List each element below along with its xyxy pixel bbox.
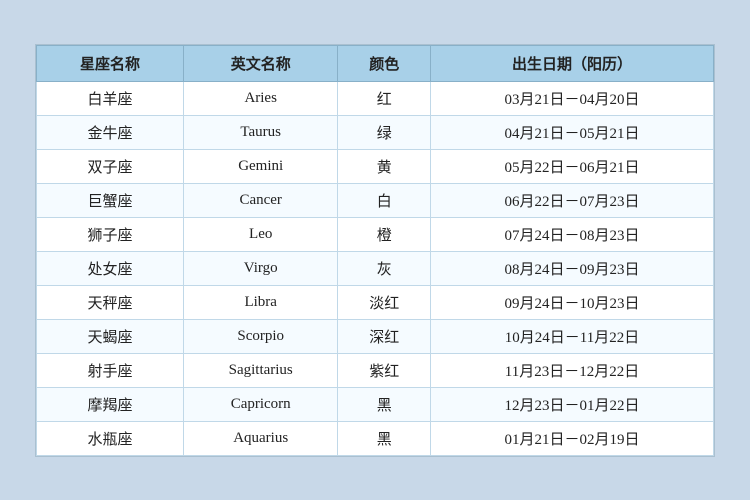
- cell-4-1: Leo: [183, 217, 337, 251]
- cell-6-2: 淡红: [338, 285, 431, 319]
- cell-10-3: 01月21日－02月19日: [430, 421, 713, 455]
- cell-7-1: Scorpio: [183, 319, 337, 353]
- cell-0-0: 白羊座: [37, 81, 184, 115]
- table-row: 天蝎座Scorpio深红10月24日－11月22日: [37, 319, 714, 353]
- cell-2-1: Gemini: [183, 149, 337, 183]
- cell-7-0: 天蝎座: [37, 319, 184, 353]
- table-row: 水瓶座Aquarius黑01月21日－02月19日: [37, 421, 714, 455]
- table-row: 处女座Virgo灰08月24日－09月23日: [37, 251, 714, 285]
- cell-2-0: 双子座: [37, 149, 184, 183]
- cell-4-3: 07月24日－08月23日: [430, 217, 713, 251]
- cell-3-1: Cancer: [183, 183, 337, 217]
- cell-8-0: 射手座: [37, 353, 184, 387]
- cell-5-0: 处女座: [37, 251, 184, 285]
- cell-8-2: 紫红: [338, 353, 431, 387]
- cell-9-2: 黑: [338, 387, 431, 421]
- header-col-3: 出生日期（阳历）: [430, 45, 713, 81]
- zodiac-table: 星座名称英文名称颜色出生日期（阳历） 白羊座Aries红03月21日－04月20…: [36, 45, 714, 456]
- cell-6-1: Libra: [183, 285, 337, 319]
- cell-9-0: 摩羯座: [37, 387, 184, 421]
- cell-0-3: 03月21日－04月20日: [430, 81, 713, 115]
- table-row: 金牛座Taurus绿04月21日－05月21日: [37, 115, 714, 149]
- cell-2-2: 黄: [338, 149, 431, 183]
- cell-0-1: Aries: [183, 81, 337, 115]
- cell-7-3: 10月24日－11月22日: [430, 319, 713, 353]
- cell-10-2: 黑: [338, 421, 431, 455]
- cell-6-3: 09月24日－10月23日: [430, 285, 713, 319]
- cell-5-3: 08月24日－09月23日: [430, 251, 713, 285]
- cell-2-3: 05月22日－06月21日: [430, 149, 713, 183]
- cell-7-2: 深红: [338, 319, 431, 353]
- cell-10-1: Aquarius: [183, 421, 337, 455]
- table-row: 白羊座Aries红03月21日－04月20日: [37, 81, 714, 115]
- cell-0-2: 红: [338, 81, 431, 115]
- table-row: 天秤座Libra淡红09月24日－10月23日: [37, 285, 714, 319]
- cell-8-1: Sagittarius: [183, 353, 337, 387]
- cell-5-2: 灰: [338, 251, 431, 285]
- cell-3-0: 巨蟹座: [37, 183, 184, 217]
- table-row: 双子座Gemini黄05月22日－06月21日: [37, 149, 714, 183]
- table-body: 白羊座Aries红03月21日－04月20日金牛座Taurus绿04月21日－0…: [37, 81, 714, 455]
- cell-1-0: 金牛座: [37, 115, 184, 149]
- cell-9-3: 12月23日－01月22日: [430, 387, 713, 421]
- cell-1-3: 04月21日－05月21日: [430, 115, 713, 149]
- cell-3-3: 06月22日－07月23日: [430, 183, 713, 217]
- cell-10-0: 水瓶座: [37, 421, 184, 455]
- cell-5-1: Virgo: [183, 251, 337, 285]
- header-col-0: 星座名称: [37, 45, 184, 81]
- table-row: 巨蟹座Cancer白06月22日－07月23日: [37, 183, 714, 217]
- header-col-1: 英文名称: [183, 45, 337, 81]
- cell-3-2: 白: [338, 183, 431, 217]
- table-row: 射手座Sagittarius紫红11月23日－12月22日: [37, 353, 714, 387]
- cell-8-3: 11月23日－12月22日: [430, 353, 713, 387]
- header-col-2: 颜色: [338, 45, 431, 81]
- cell-6-0: 天秤座: [37, 285, 184, 319]
- cell-1-1: Taurus: [183, 115, 337, 149]
- table-row: 狮子座Leo橙07月24日－08月23日: [37, 217, 714, 251]
- cell-4-0: 狮子座: [37, 217, 184, 251]
- cell-9-1: Capricorn: [183, 387, 337, 421]
- table-row: 摩羯座Capricorn黑12月23日－01月22日: [37, 387, 714, 421]
- cell-1-2: 绿: [338, 115, 431, 149]
- table-header-row: 星座名称英文名称颜色出生日期（阳历）: [37, 45, 714, 81]
- cell-4-2: 橙: [338, 217, 431, 251]
- zodiac-table-wrapper: 星座名称英文名称颜色出生日期（阳历） 白羊座Aries红03月21日－04月20…: [35, 44, 715, 457]
